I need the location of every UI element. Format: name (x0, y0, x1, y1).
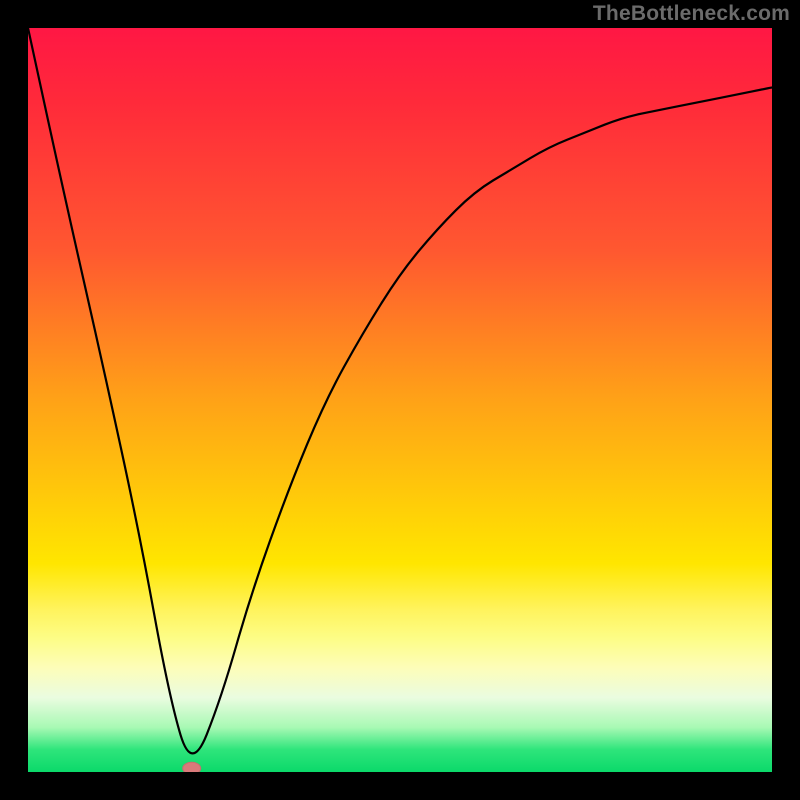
bottleneck-curve (28, 28, 772, 753)
watermark-text: TheBottleneck.com (593, 2, 790, 26)
chart-frame (28, 28, 772, 772)
minimum-marker (183, 762, 201, 772)
chart-svg (28, 28, 772, 772)
